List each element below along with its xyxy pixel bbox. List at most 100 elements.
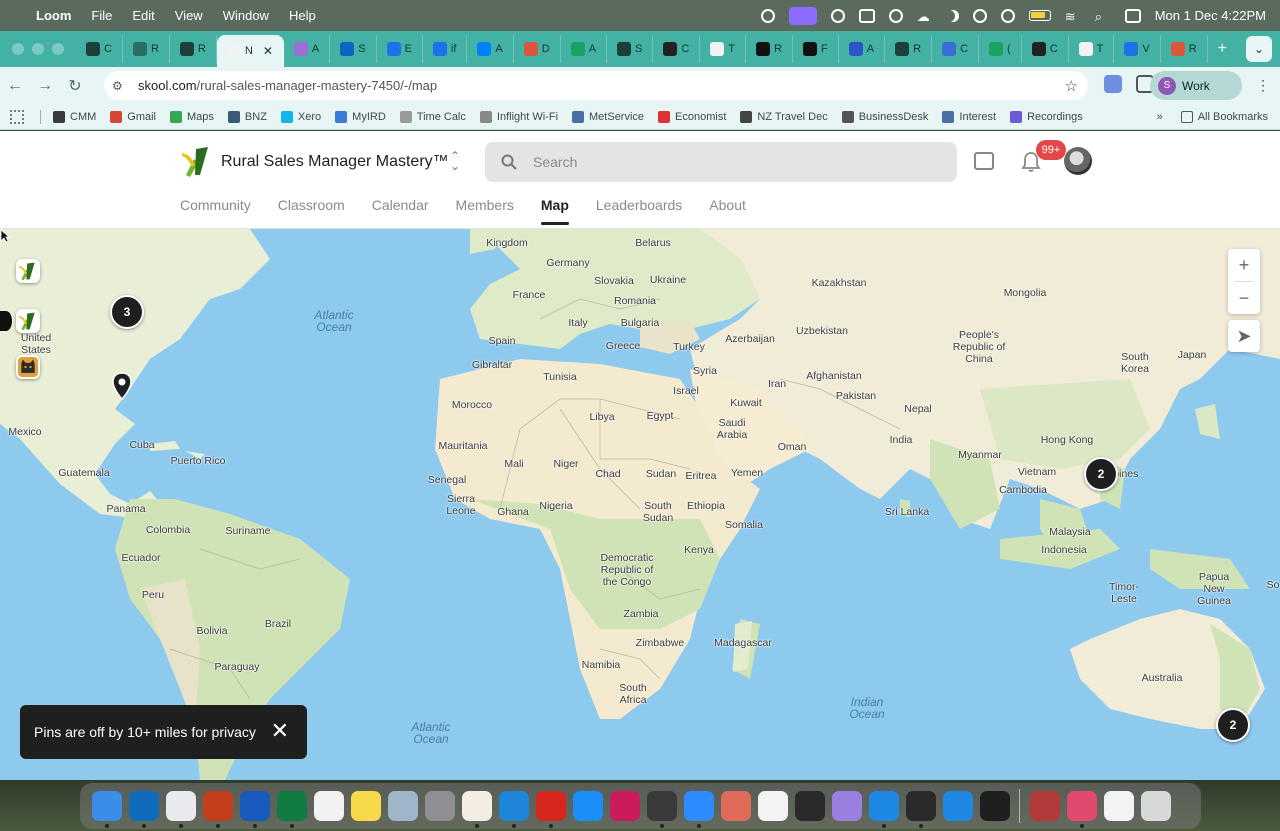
bookmark-item[interactable]: Inflight Wi-Fi [479, 110, 558, 123]
forward-button[interactable]: → [30, 77, 60, 95]
user-avatar[interactable] [1064, 147, 1092, 175]
focus-moon-icon[interactable] [947, 10, 959, 22]
menubar-edit[interactable]: Edit [132, 8, 154, 23]
browser-tab[interactable]: A [839, 35, 886, 63]
member-cluster-new-zealand[interactable]: 2 [1216, 708, 1250, 742]
close-toast-icon[interactable]: ✕ [271, 719, 289, 743]
system-settings-icon[interactable] [424, 791, 455, 821]
community-logo[interactable] [180, 145, 214, 179]
globe-status-icon[interactable] [760, 8, 775, 23]
search-input[interactable]: Search [485, 142, 957, 182]
tab-leaderboards[interactable]: Leaderboards [596, 197, 682, 225]
tab-members[interactable]: Members [456, 197, 514, 225]
textedit-icon[interactable] [1103, 791, 1134, 821]
finder-icon[interactable] [91, 791, 122, 828]
bookmark-item[interactable]: NZ Travel Dec [740, 110, 828, 123]
menubar-app-name[interactable]: Loom [36, 8, 71, 23]
tab-classroom[interactable]: Classroom [278, 197, 345, 225]
browser-icon[interactable] [498, 791, 529, 828]
bookmark-item[interactable]: BusinessDesk [841, 110, 928, 123]
network-icon[interactable] [942, 791, 973, 821]
camera-status-icon[interactable] [830, 8, 845, 23]
my-location-arrow-icon[interactable]: ➤ [1228, 320, 1260, 352]
bookmark-item[interactable]: Time Calc [399, 110, 466, 123]
member-cluster-philippines[interactable]: 2 [1084, 457, 1118, 491]
browser-tab[interactable]: if [423, 35, 468, 63]
browser-tab[interactable]: R [746, 35, 794, 63]
member-cluster-usa[interactable]: 3 [110, 295, 144, 329]
photos-icon[interactable] [757, 791, 788, 821]
extension-icon[interactable] [1104, 75, 1122, 93]
weather-status-icon[interactable]: ☁ [917, 9, 933, 24]
zoom-window-button[interactable] [52, 43, 64, 55]
settings-gear-icon[interactable] [868, 791, 899, 828]
bookmark-item[interactable]: BNZ [227, 110, 267, 123]
browser-tab[interactable]: F [793, 35, 839, 63]
outlook-icon[interactable] [128, 791, 159, 828]
profile-button[interactable]: S Work [1150, 71, 1242, 100]
browser-tab[interactable]: S [607, 35, 654, 63]
battery-icon[interactable] [1028, 10, 1051, 21]
browser-tab[interactable]: A [561, 35, 608, 63]
indesign-icon[interactable] [609, 791, 640, 821]
browser-tab[interactable]: C [932, 35, 980, 63]
preview-icon[interactable] [387, 791, 418, 821]
community-switcher-chevron-icon[interactable]: ⌃ ⌄ [450, 150, 460, 172]
user-status-icon[interactable] [1000, 8, 1015, 23]
site-info-icon[interactable]: ⚙ [112, 79, 132, 93]
bookmark-item[interactable]: Maps [170, 110, 214, 123]
menubar-window[interactable]: Window [223, 8, 269, 23]
minimize-window-button[interactable] [32, 43, 44, 55]
browser-tab[interactable]: C [76, 35, 123, 63]
community-name[interactable]: Rural Sales Manager Mastery™ [221, 153, 449, 171]
bookmark-item[interactable]: Recordings [1010, 110, 1083, 123]
dictionary-icon[interactable] [1029, 791, 1060, 821]
tab-map[interactable]: Map [540, 197, 569, 225]
menubar-help[interactable]: Help [289, 8, 316, 23]
menubar-file[interactable]: File [91, 8, 112, 23]
location-pin-icon[interactable] [112, 372, 132, 400]
all-bookmarks-button[interactable]: All Bookmarks [1180, 110, 1268, 123]
browser-tab[interactable]: T [700, 35, 747, 63]
browser-tab[interactable]: D [514, 35, 561, 63]
trash-icon[interactable] [1140, 791, 1171, 821]
powerpoint-icon[interactable] [202, 791, 233, 828]
browser-tab[interactable]: E [377, 35, 423, 63]
browser-tab[interactable]: R [123, 35, 170, 63]
bookmark-star-icon[interactable]: ☆ [1065, 77, 1078, 95]
control-center-icon[interactable] [1124, 8, 1141, 23]
browser-tab[interactable]: R [885, 35, 933, 63]
browser-menu-icon[interactable]: ⋮ [1256, 77, 1270, 94]
member-pin[interactable] [16, 259, 40, 283]
zoom-icon[interactable] [683, 791, 714, 828]
bookmark-item[interactable]: Xero [280, 110, 321, 123]
browser-tab[interactable]: R [1161, 35, 1208, 63]
siri-icon[interactable] [831, 791, 862, 821]
browser-tab[interactable]: V [1114, 35, 1161, 63]
bookmark-item[interactable]: Economist [658, 110, 726, 123]
member-pin[interactable] [16, 309, 40, 333]
bookmark-item[interactable]: Interest [942, 110, 996, 123]
browser-tab[interactable]: A [467, 35, 514, 63]
tab-community[interactable]: Community [180, 197, 251, 225]
back-button[interactable]: ← [0, 77, 30, 95]
chat-icon[interactable] [974, 152, 994, 170]
menubar-clock[interactable]: Mon 1 Dec 4:22PM [1155, 8, 1266, 23]
play-status-icon[interactable] [972, 8, 987, 23]
browser-tab[interactable]: ( [979, 35, 1022, 63]
davinci-icon[interactable] [646, 791, 677, 828]
browser-tab[interactable]: C [653, 35, 701, 63]
acrobat-icon[interactable] [535, 791, 566, 828]
zoom-in-button[interactable]: + [1228, 249, 1260, 281]
bookmark-item[interactable]: CMM [53, 110, 96, 123]
browser-tab[interactable]: R [170, 35, 217, 63]
member-pin-partial[interactable] [0, 311, 12, 331]
keypad-icon[interactable] [794, 791, 825, 821]
tab-calendar[interactable]: Calendar [372, 197, 429, 225]
screen-capture-icon[interactable] [905, 791, 936, 828]
apps-grid-icon[interactable] [10, 109, 24, 124]
notes-icon[interactable] [350, 791, 381, 821]
active-browser-tab[interactable]: N ✕ [216, 35, 284, 67]
bookmarks-overflow-icon[interactable]: » [1157, 111, 1163, 123]
browser-tab[interactable]: S [330, 35, 377, 63]
